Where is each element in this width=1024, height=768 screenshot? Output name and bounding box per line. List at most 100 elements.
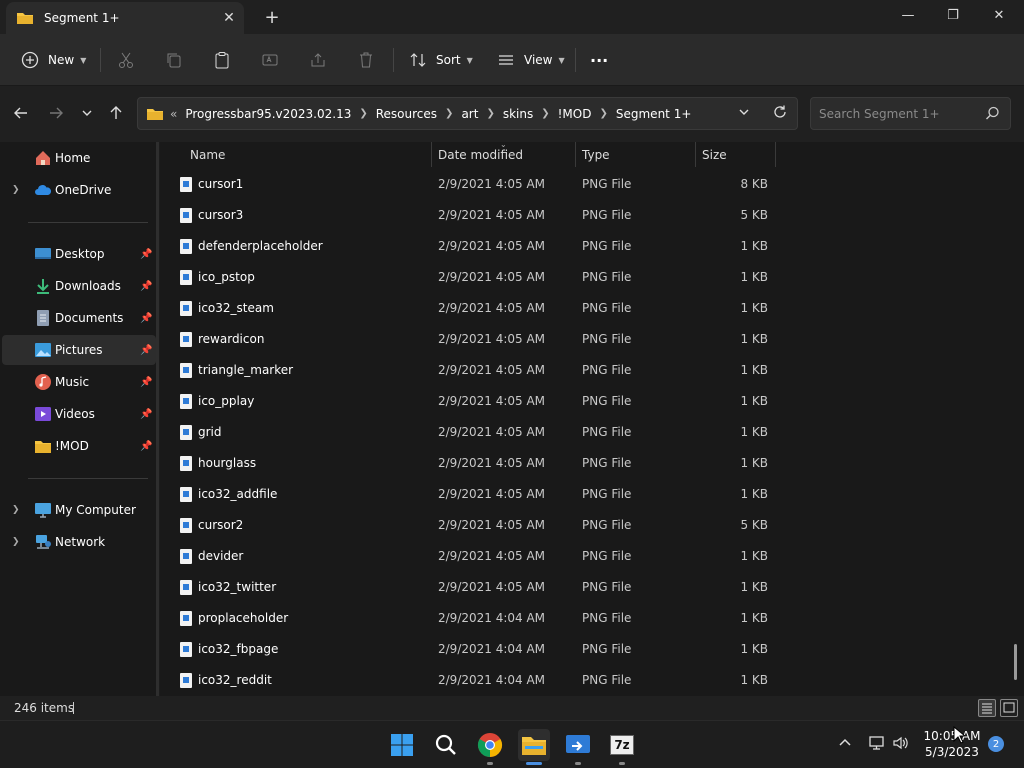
sidebar-item-music[interactable]: Music 📌 xyxy=(2,367,156,397)
table-row[interactable]: triangle_marker 2/9/2021 4:05 AM PNG File 1… xyxy=(172,355,772,386)
chevron-right-icon[interactable]: ❯ xyxy=(12,505,20,515)
forward-button[interactable] xyxy=(43,100,69,126)
pin-icon[interactable]: 📌 xyxy=(140,409,152,420)
minimize-button[interactable]: — xyxy=(885,0,931,30)
table-row[interactable]: ico32_fbpage 2/9/2021 4:04 AM PNG File 1 KB xyxy=(172,634,772,665)
table-row[interactable]: ico32_steam 2/9/2021 4:05 AM PNG File 1 KB xyxy=(172,293,772,324)
column-header-date-modified[interactable]: Date modified xyxy=(438,142,523,167)
table-row[interactable]: ico_pplay 2/9/2021 4:05 AM PNG File 1 KB xyxy=(172,386,772,417)
close-window-button[interactable]: ✕ xyxy=(976,0,1022,30)
tab-segment-1[interactable]: Segment 1+ ✕ xyxy=(6,2,244,34)
video-icon xyxy=(35,407,51,421)
sidebar-item-onedrive[interactable]: ❯ OneDrive xyxy=(2,175,156,205)
sidebar-item-downloads[interactable]: Downloads 📌 xyxy=(2,271,156,301)
delete-button[interactable] xyxy=(354,44,378,76)
sidebar-item-network[interactable]: ❯ Network xyxy=(2,527,156,557)
table-row[interactable]: hourglass 2/9/2021 4:05 AM PNG File 1 KB xyxy=(172,448,772,479)
7zip-icon[interactable]: 7z xyxy=(606,729,638,761)
sidebar-item-mod[interactable]: !MOD 📌 xyxy=(2,431,156,461)
table-row[interactable]: ico_pstop 2/9/2021 4:05 AM PNG File 1 KB xyxy=(172,262,772,293)
search-icon[interactable] xyxy=(985,106,1000,124)
remote-desktop-icon[interactable] xyxy=(562,729,594,761)
breadcrumb-mod[interactable]: !MOD xyxy=(558,107,592,121)
breadcrumb-segment-1[interactable]: Segment 1+ xyxy=(616,107,692,121)
chevron-right-icon[interactable]: ❯ xyxy=(599,108,607,119)
column-header-type[interactable]: Type xyxy=(582,142,610,167)
table-row[interactable]: cursor1 2/9/2021 4:05 AM PNG File 8 KB xyxy=(172,169,772,200)
table-row[interactable]: proplaceholder 2/9/2021 4:04 AM PNG File 1 … xyxy=(172,603,772,634)
recent-locations-button[interactable] xyxy=(74,100,100,126)
sidebar-item-videos[interactable]: Videos 📌 xyxy=(2,399,156,429)
pin-icon[interactable]: 📌 xyxy=(140,377,152,388)
column-header-name[interactable]: Name xyxy=(190,142,225,167)
chevron-right-icon[interactable]: ❯ xyxy=(486,108,494,119)
table-row[interactable]: ico32_addfile 2/9/2021 4:05 AM PNG File 1 K… xyxy=(172,479,772,510)
search-box[interactable] xyxy=(810,97,1011,130)
pin-icon[interactable]: 📌 xyxy=(140,441,152,452)
table-row[interactable]: cursor3 2/9/2021 4:05 AM PNG File 5 KB xyxy=(172,200,772,231)
table-row[interactable]: devider 2/9/2021 4:05 AM PNG File 1 KB xyxy=(172,541,772,572)
column-divider[interactable] xyxy=(775,142,776,167)
address-bar[interactable]: « Progressbar95.v2023.02.13 ❯ Resources … xyxy=(137,97,798,130)
breadcrumb-skins[interactable]: skins xyxy=(503,107,533,121)
sidebar-scrollbar[interactable] xyxy=(156,142,159,696)
notification-badge[interactable]: 2 xyxy=(988,736,1004,752)
table-row[interactable]: rewardicon 2/9/2021 4:05 AM PNG File 1 KB xyxy=(172,324,772,355)
table-row[interactable]: defenderplaceholder 2/9/2021 4:05 AM PNG F… xyxy=(172,231,772,262)
table-row[interactable]: ico32_twitter 2/9/2021 4:05 AM PNG File 1 K… xyxy=(172,572,772,603)
column-divider[interactable] xyxy=(575,142,576,167)
windows-start-icon[interactable] xyxy=(386,729,418,761)
chevron-right-icon[interactable]: ❯ xyxy=(445,108,453,119)
table-row[interactable]: cursor2 2/9/2021 4:05 AM PNG File 5 KB xyxy=(172,510,772,541)
pin-icon[interactable]: 📌 xyxy=(140,281,152,292)
breadcrumb-resources[interactable]: Resources xyxy=(376,107,437,121)
back-button[interactable] xyxy=(8,100,34,126)
pin-icon[interactable]: 📌 xyxy=(140,313,152,324)
up-button[interactable] xyxy=(103,100,129,126)
copy-button[interactable] xyxy=(162,44,186,76)
sidebar-item-home[interactable]: Home xyxy=(2,143,156,173)
sidebar-item-documents[interactable]: Documents 📌 xyxy=(2,303,156,333)
table-row[interactable]: grid 2/9/2021 4:05 AM PNG File 1 KB xyxy=(172,417,772,448)
chevron-up-icon[interactable] xyxy=(838,735,852,753)
paste-button[interactable] xyxy=(210,44,234,76)
chevron-right-icon[interactable]: ❯ xyxy=(541,108,549,119)
search-input[interactable] xyxy=(811,98,971,129)
breadcrumb-progressbar95[interactable]: Progressbar95.v2023.02.13 xyxy=(185,107,351,121)
tiles-view-button[interactable] xyxy=(1000,699,1018,717)
file-list-scrollbar-thumb[interactable] xyxy=(1014,644,1017,680)
chevron-right-icon[interactable]: ❯ xyxy=(359,108,367,119)
address-history-button[interactable] xyxy=(738,106,750,121)
details-view-button[interactable] xyxy=(978,699,996,717)
sidebar-item-my-computer[interactable]: ❯ My Computer xyxy=(2,495,156,525)
chevron-right-icon[interactable]: ❯ xyxy=(12,537,20,547)
column-header-size[interactable]: Size xyxy=(702,142,727,167)
file-explorer-icon[interactable] xyxy=(518,729,550,761)
breadcrumb-overflow[interactable]: « xyxy=(170,107,177,121)
new-button[interactable]: New ▼ xyxy=(18,44,86,76)
refresh-button[interactable] xyxy=(772,104,788,123)
sidebar-item-desktop[interactable]: Desktop 📌 xyxy=(2,239,156,269)
more-options-button[interactable]: ··· xyxy=(590,44,608,76)
pin-icon[interactable]: 📌 xyxy=(140,249,152,260)
column-divider[interactable] xyxy=(695,142,696,167)
close-tab-button[interactable]: ✕ xyxy=(214,4,244,32)
maximize-button[interactable]: ❐ xyxy=(930,0,976,30)
sidebar-item-pictures[interactable]: Pictures 📌 xyxy=(2,335,156,365)
share-button[interactable] xyxy=(306,44,330,76)
breadcrumb-art[interactable]: art xyxy=(461,107,478,121)
new-tab-button[interactable]: + xyxy=(258,3,286,31)
network-status-icon[interactable] xyxy=(868,735,886,755)
volume-icon[interactable] xyxy=(892,735,910,755)
column-divider[interactable] xyxy=(431,142,432,167)
table-row[interactable]: ico32_reddit 2/9/2021 4:04 AM PNG File 1 KB xyxy=(172,665,772,696)
chrome-icon[interactable] xyxy=(474,729,506,761)
pin-icon[interactable]: 📌 xyxy=(140,345,152,356)
chevron-right-icon[interactable]: ❯ xyxy=(12,185,20,195)
view-button[interactable]: View ▼ xyxy=(494,44,565,76)
rename-button[interactable] xyxy=(258,44,282,76)
search-icon[interactable] xyxy=(430,729,462,761)
clock[interactable]: 10:05 AM 5/3/2023 xyxy=(918,728,986,760)
sort-button[interactable]: Sort ▼ xyxy=(406,44,473,76)
cut-button[interactable] xyxy=(114,44,138,76)
